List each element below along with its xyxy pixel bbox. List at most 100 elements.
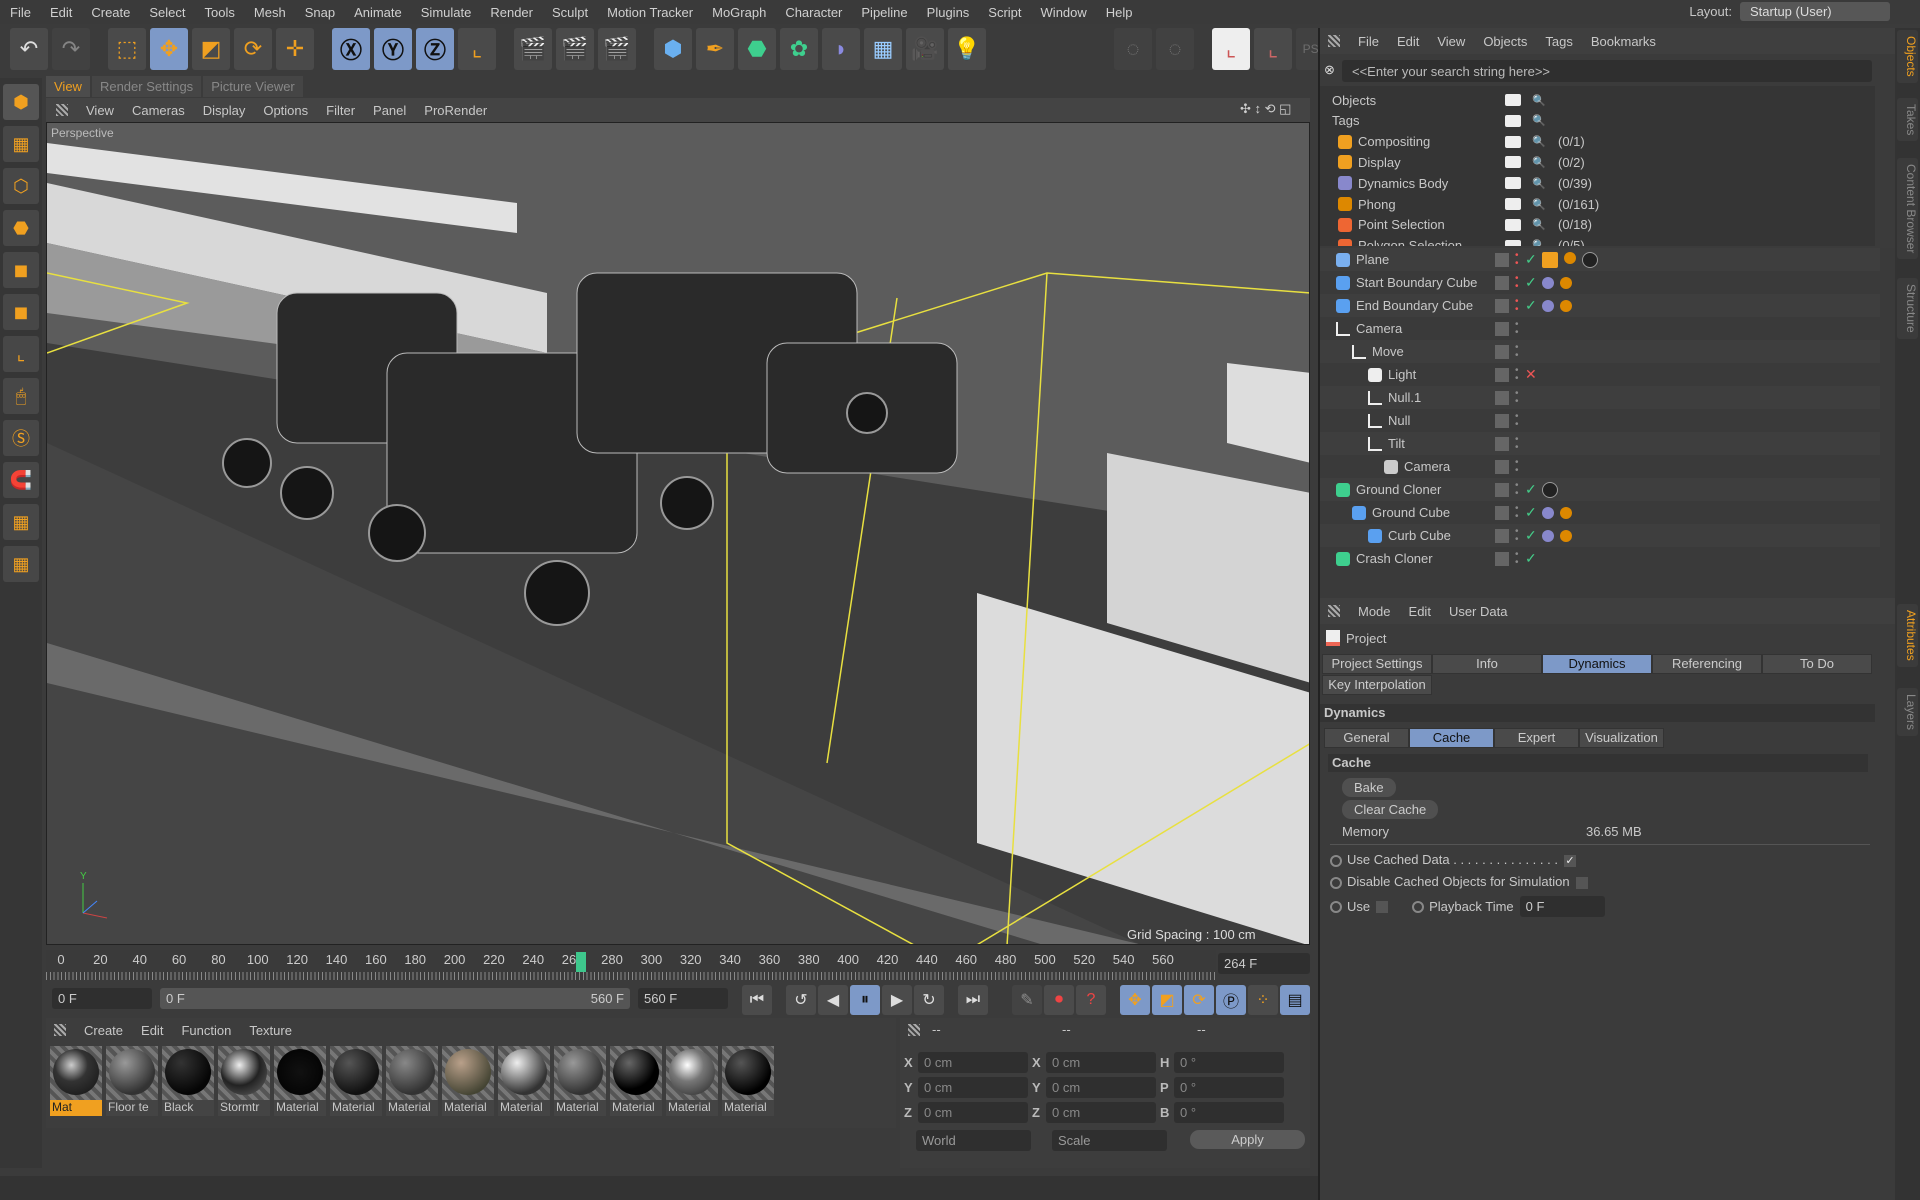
go-to-start-button[interactable]: ⏮ bbox=[742, 985, 772, 1015]
material-swatch[interactable]: Material bbox=[386, 1046, 438, 1116]
material-menu-edit[interactable]: Edit bbox=[141, 1023, 163, 1038]
material-swatch[interactable]: Material bbox=[722, 1046, 774, 1116]
side-tab-structure[interactable]: Structure bbox=[1897, 278, 1918, 339]
filter-row[interactable]: Compositing 🔍 (0/1) bbox=[1320, 132, 1875, 152]
layer-icon[interactable] bbox=[1495, 436, 1509, 451]
search-icon[interactable]: 🔍 bbox=[1532, 135, 1546, 148]
move-tool-button[interactable]: ✥ bbox=[150, 28, 188, 70]
layer-icon[interactable] bbox=[1495, 298, 1509, 313]
visibility-eye-icon[interactable] bbox=[1505, 135, 1521, 148]
object-search-input[interactable] bbox=[1342, 60, 1872, 82]
previous-frame-button[interactable]: ◀ bbox=[818, 985, 848, 1015]
layer-icon[interactable] bbox=[1495, 528, 1509, 543]
tab-to-do[interactable]: To Do bbox=[1762, 654, 1872, 674]
object-menu-tags[interactable]: Tags bbox=[1545, 34, 1572, 49]
object-row[interactable]: Ground Cube • • ✓ bbox=[1320, 501, 1880, 524]
use-checkbox[interactable] bbox=[1376, 900, 1389, 913]
enabled-check-icon[interactable]: ✕ bbox=[1525, 366, 1537, 383]
key-scale-button[interactable]: ◩ bbox=[1152, 985, 1182, 1015]
scale-dropdown[interactable]: Scale bbox=[1052, 1130, 1167, 1151]
playback-time-field[interactable]: 0 F bbox=[1519, 896, 1605, 917]
object-row[interactable]: Plane • • ✓ bbox=[1320, 248, 1880, 271]
dynamics-body-tag-icon[interactable] bbox=[1542, 276, 1554, 289]
enabled-check-icon[interactable]: ✓ bbox=[1525, 550, 1537, 567]
filter-row[interactable]: Point Selection 🔍 (0/18) bbox=[1320, 215, 1875, 235]
viewport-menu-display[interactable]: Display bbox=[203, 103, 246, 118]
object-row[interactable]: Camera • • bbox=[1320, 317, 1880, 340]
coordinate-field[interactable]: 0 cm bbox=[1046, 1077, 1156, 1098]
tab-render-settings[interactable]: Render Settings bbox=[91, 76, 202, 97]
clear-search-icon[interactable]: ⊗ bbox=[1324, 62, 1335, 78]
tab-project-settings[interactable]: Project Settings bbox=[1322, 654, 1432, 674]
current-frame-field[interactable]: 264 F bbox=[1218, 953, 1310, 974]
menu-edit[interactable]: Edit bbox=[50, 5, 72, 20]
layer-icon[interactable] bbox=[1495, 482, 1509, 497]
editor-render-dots-icon[interactable]: • • bbox=[1515, 480, 1519, 498]
side-tab-attributes[interactable]: Attributes bbox=[1897, 604, 1918, 667]
menu-character[interactable]: Character bbox=[785, 5, 842, 20]
editor-render-dots-icon[interactable]: • • bbox=[1515, 411, 1519, 429]
material-swatch[interactable]: Mat bbox=[50, 1046, 102, 1116]
axis-modify-button[interactable]: ⌞ bbox=[1254, 28, 1292, 70]
object-menu-objects[interactable]: Objects bbox=[1483, 34, 1527, 49]
autokey-button[interactable]: ⏺ bbox=[1044, 985, 1074, 1015]
undo-button[interactable]: ↶ bbox=[10, 28, 48, 70]
coordinate-field[interactable]: 0 cm bbox=[918, 1077, 1028, 1098]
material-swatch[interactable]: Material bbox=[330, 1046, 382, 1116]
editor-render-dots-icon[interactable]: • • bbox=[1515, 296, 1519, 314]
go-to-previous-key-button[interactable]: ↺ bbox=[786, 985, 816, 1015]
start-frame-field[interactable]: 0 F bbox=[52, 988, 152, 1009]
cloner-button[interactable]: ✿ bbox=[780, 28, 818, 70]
tab-referencing[interactable]: Referencing bbox=[1652, 654, 1762, 674]
menu-simulate[interactable]: Simulate bbox=[421, 5, 472, 20]
world-dropdown[interactable]: World bbox=[916, 1130, 1031, 1151]
key-position-button[interactable]: ✥ bbox=[1120, 985, 1150, 1015]
menu-render[interactable]: Render bbox=[490, 5, 533, 20]
material-menu-texture[interactable]: Texture bbox=[249, 1023, 292, 1038]
animate-radio-icon[interactable] bbox=[1330, 854, 1342, 867]
tab-picture-viewer[interactable]: Picture Viewer bbox=[203, 76, 303, 97]
visibility-eye-icon[interactable] bbox=[1505, 239, 1521, 246]
phong-tag-icon[interactable] bbox=[1564, 251, 1576, 264]
menu-sculpt[interactable]: Sculpt bbox=[552, 5, 588, 20]
material-menu-function[interactable]: Function bbox=[181, 1023, 231, 1038]
search-icon[interactable]: 🔍 bbox=[1532, 218, 1546, 231]
attributes-menu-user-data[interactable]: User Data bbox=[1449, 604, 1508, 619]
object-row[interactable]: Null • • bbox=[1320, 409, 1880, 432]
z-axis-button[interactable]: Ⓩ bbox=[416, 28, 454, 70]
layer-icon[interactable] bbox=[1495, 321, 1509, 336]
selection-tool-button[interactable]: ⬚ bbox=[108, 28, 146, 70]
subtab-general[interactable]: General bbox=[1324, 728, 1409, 748]
mode-tool-button[interactable]: ▦ bbox=[3, 126, 39, 162]
timeline-window-button[interactable]: ▤ bbox=[1280, 985, 1310, 1015]
floor-scene-button[interactable]: ▦ bbox=[864, 28, 902, 70]
enabled-check-icon[interactable]: ✓ bbox=[1525, 504, 1537, 521]
object-row[interactable]: Null.1 • • bbox=[1320, 386, 1880, 409]
editor-render-dots-icon[interactable]: • • bbox=[1515, 503, 1519, 521]
menu-plugins[interactable]: Plugins bbox=[927, 5, 970, 20]
layer-icon[interactable] bbox=[1495, 390, 1509, 405]
animate-radio-icon[interactable] bbox=[1412, 900, 1425, 913]
phong-tag-icon[interactable] bbox=[1560, 506, 1572, 519]
search-icon[interactable]: 🔍 bbox=[1532, 156, 1546, 169]
coordinate-field[interactable]: 0 ° bbox=[1174, 1077, 1284, 1098]
go-to-next-key-button[interactable]: ↻ bbox=[914, 985, 944, 1015]
side-tab-content-browser[interactable]: Content Browser bbox=[1897, 158, 1918, 260]
visibility-eye-icon[interactable] bbox=[1505, 114, 1521, 127]
disable-cached-checkbox[interactable] bbox=[1575, 876, 1588, 889]
layer-icon[interactable] bbox=[1495, 459, 1509, 474]
disable-cached-row[interactable]: Disable Cached Objects for Simulation bbox=[1330, 874, 1588, 889]
coordinate-field[interactable]: 0 ° bbox=[1174, 1102, 1284, 1123]
camera-button[interactable]: 🎥 bbox=[906, 28, 944, 70]
editor-render-dots-icon[interactable]: • • bbox=[1515, 273, 1519, 291]
object-menu-edit[interactable]: Edit bbox=[1397, 34, 1419, 49]
coordinate-field[interactable]: 0 cm bbox=[918, 1052, 1028, 1073]
x-axis-button[interactable]: Ⓧ bbox=[332, 28, 370, 70]
coordinate-field[interactable]: 0 cm bbox=[918, 1102, 1028, 1123]
viewport-menu-panel[interactable]: Panel bbox=[373, 103, 406, 118]
search-icon[interactable]: 🔍 bbox=[1532, 114, 1546, 127]
coordinate-field[interactable]: 0 ° bbox=[1174, 1052, 1284, 1073]
cube-primitive-button[interactable]: ⬢ bbox=[654, 28, 692, 70]
snap-button[interactable]: ◌ bbox=[1114, 28, 1152, 70]
search-icon[interactable]: 🔍 bbox=[1532, 198, 1546, 211]
